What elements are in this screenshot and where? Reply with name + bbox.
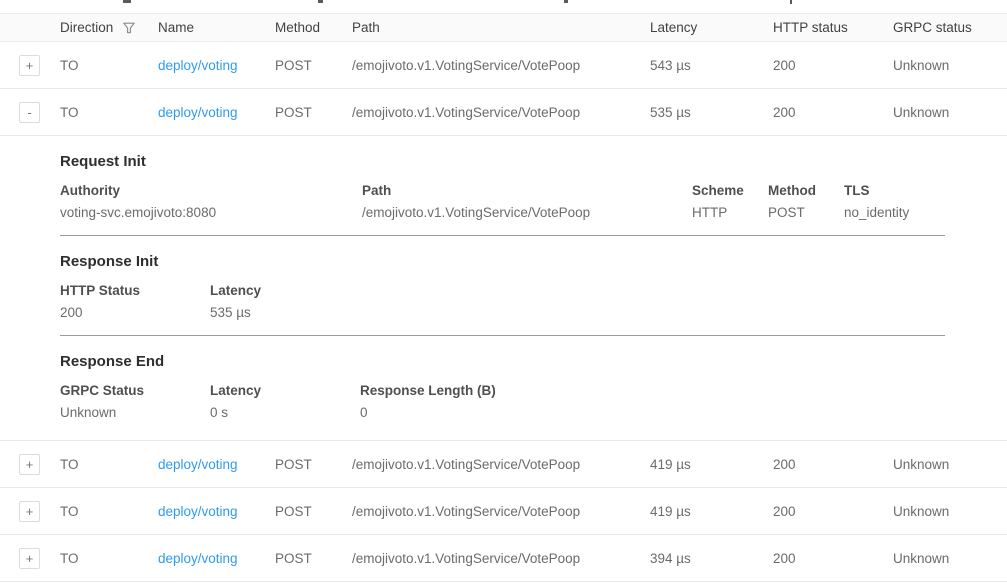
resource-link[interactable]: deploy/voting (158, 105, 238, 120)
path-cell: /emojivoto.v1.VotingService/VotePoop (352, 58, 650, 73)
resource-link[interactable]: deploy/voting (158, 504, 238, 519)
latency-cell: 419 µs (650, 457, 773, 472)
direction-cell: TO (60, 58, 158, 73)
latency-cell: 543 µs (650, 58, 773, 73)
table-row-expanded: - TO deploy/voting POST /emojivoto.v1.Vo… (0, 89, 1007, 136)
table-row: + TO deploy/voting POST /emojivoto.v1.Vo… (0, 42, 1007, 89)
http-status-cell: 200 (773, 58, 893, 73)
http-status-cell: 200 (773, 457, 893, 472)
direction-cell: TO (60, 457, 158, 472)
latency-value: 0 s (210, 403, 360, 422)
column-header-http-status: HTTP status (773, 20, 893, 35)
table-row: + TO deploy/voting POST /emojivoto.v1.Vo… (0, 535, 1007, 582)
column-header-grpc-status: GRPC status (893, 20, 1007, 35)
expand-row-button[interactable]: + (19, 501, 40, 522)
response-length-value: 0 (360, 403, 945, 422)
authority-value: voting-svc.emojivoto:8080 (60, 203, 362, 222)
path-cell: /emojivoto.v1.VotingService/VotePoop (352, 457, 650, 472)
method-cell: POST (275, 551, 352, 566)
response-init-fields: HTTP Status 200 Latency 535 µs (60, 282, 945, 322)
column-header-path: Path (352, 20, 650, 35)
grpc-status-cell: Unknown (893, 105, 1007, 120)
direction-cell: TO (60, 551, 158, 566)
path-label: Path (362, 182, 692, 199)
section-divider (60, 235, 945, 236)
expand-row-button[interactable]: + (19, 454, 40, 475)
path-cell: /emojivoto.v1.VotingService/VotePoop (352, 105, 650, 120)
http-status-value: 200 (60, 303, 210, 322)
http-status-cell: 200 (773, 551, 893, 566)
method-cell: POST (275, 105, 352, 120)
path-cell: /emojivoto.v1.VotingService/VotePoop (352, 551, 650, 566)
path-cell: /emojivoto.v1.VotingService/VotePoop (352, 504, 650, 519)
method-value: POST (768, 203, 844, 222)
response-end-title: Response End (60, 352, 945, 371)
column-header-method: Method (275, 20, 352, 35)
path-value: /emojivoto.v1.VotingService/VotePoop (362, 203, 692, 222)
funnel-glyph (122, 21, 136, 35)
method-label: Method (768, 182, 844, 199)
request-detail-panel: Request Init Authority voting-svc.emojiv… (0, 136, 1007, 441)
grpc-status-cell: Unknown (893, 504, 1007, 519)
grpc-status-label: GRPC Status (60, 382, 210, 399)
authority-label: Authority (60, 182, 362, 199)
http-status-cell: 200 (773, 105, 893, 120)
grpc-status-cell: Unknown (893, 457, 1007, 472)
tls-value: no_identity (844, 203, 945, 222)
resource-link[interactable]: deploy/voting (158, 551, 238, 566)
direction-cell: TO (60, 504, 158, 519)
method-cell: POST (275, 457, 352, 472)
scheme-value: HTTP (692, 203, 768, 222)
request-init-title: Request Init (60, 152, 945, 171)
filter-icon[interactable] (122, 21, 136, 35)
scheme-label: Scheme (692, 182, 768, 199)
direction-cell: TO (60, 105, 158, 120)
http-status-cell: 200 (773, 504, 893, 519)
column-header-direction: Direction (60, 20, 158, 35)
tls-label: TLS (844, 182, 945, 199)
resource-link[interactable]: deploy/voting (158, 457, 238, 472)
expand-row-button[interactable]: + (19, 55, 40, 76)
table-row: + TO deploy/voting POST /emojivoto.v1.Vo… (0, 488, 1007, 535)
latency-cell: 535 µs (650, 105, 773, 120)
response-end-fields: GRPC Status Unknown Latency 0 s Response… (60, 382, 945, 422)
latency-label: Latency (210, 282, 945, 299)
latency-value: 535 µs (210, 303, 945, 322)
grpc-status-cell: Unknown (893, 551, 1007, 566)
table-header-row: Direction Name Method Path Latency HTTP … (0, 13, 1007, 42)
grpc-status-cell: Unknown (893, 58, 1007, 73)
response-length-label: Response Length (B) (360, 382, 945, 399)
http-status-label: HTTP Status (60, 282, 210, 299)
expand-row-button[interactable]: + (19, 548, 40, 569)
clipped-row-above (0, 0, 1007, 5)
response-init-title: Response Init (60, 252, 945, 271)
tap-results-page: Direction Name Method Path Latency HTTP … (0, 0, 1007, 586)
column-header-name: Name (158, 20, 275, 35)
collapse-row-button[interactable]: - (19, 102, 40, 123)
latency-cell: 394 µs (650, 551, 773, 566)
table-row: + TO deploy/voting POST /emojivoto.v1.Vo… (0, 441, 1007, 488)
tap-table: Direction Name Method Path Latency HTTP … (0, 13, 1007, 582)
resource-link[interactable]: deploy/voting (158, 58, 238, 73)
latency-cell: 419 µs (650, 504, 773, 519)
method-cell: POST (275, 504, 352, 519)
method-cell: POST (275, 58, 352, 73)
latency-label: Latency (210, 382, 360, 399)
column-header-latency: Latency (650, 20, 773, 35)
column-header-direction-label: Direction (60, 20, 113, 35)
section-divider (60, 335, 945, 336)
grpc-status-value: Unknown (60, 403, 210, 422)
request-init-fields: Authority voting-svc.emojivoto:8080 Path… (60, 182, 945, 222)
